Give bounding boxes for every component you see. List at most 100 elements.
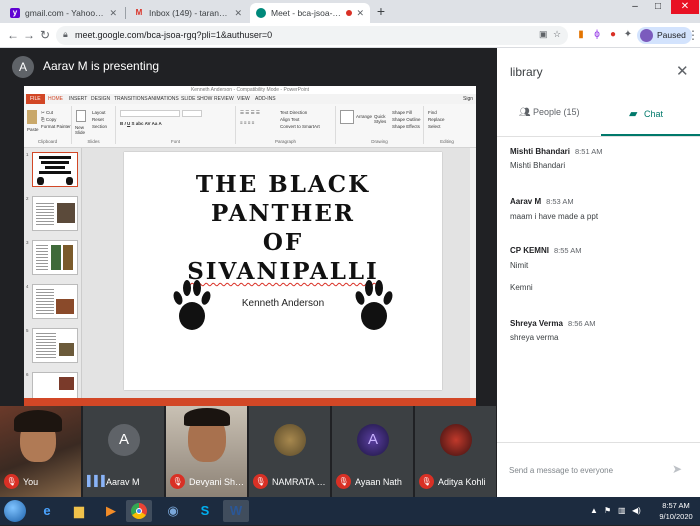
send-icon[interactable]: ➤ bbox=[672, 462, 682, 476]
close-tab-icon[interactable]: ✕ bbox=[356, 8, 364, 19]
reload-icon[interactable]: ↻ bbox=[38, 28, 52, 42]
mic-muted-icon: 🎙︎ bbox=[253, 474, 268, 489]
taskbar-clock[interactable]: 8:57 AM 9/10/2020 bbox=[655, 500, 697, 522]
mic-active-icon: ▌▌▌ bbox=[87, 476, 109, 487]
tab-meet[interactable]: Meet - bca-jsoa-rgq ✕ bbox=[250, 3, 370, 23]
participant-tile-ayaan[interactable]: A 🎙︎ Ayaan Nath bbox=[332, 406, 413, 497]
chat-message-text: Nimit bbox=[510, 261, 529, 270]
close-window-button[interactable]: ✕ bbox=[671, 0, 699, 14]
maximize-window-button[interactable]: □ bbox=[647, 0, 669, 14]
word-icon[interactable]: W bbox=[223, 500, 249, 522]
yahoo-favicon-icon: y bbox=[10, 8, 20, 18]
minimize-window-button[interactable]: – bbox=[624, 0, 646, 14]
message-time: 8:51 AM bbox=[575, 147, 603, 156]
meeting-side-panel: library ✕ 👥︎ People (15) ▰ Chat Mishti B… bbox=[497, 48, 700, 497]
ribbon-clipboard-group: Paste ✂ Cut ⎘ Copy Format Painter Clipbo… bbox=[24, 106, 72, 144]
browser-tab-strip: y gmail.com - Yahoo India Search ✕ M Inb… bbox=[0, 0, 700, 23]
menu-kebab-icon[interactable]: ⋮ bbox=[687, 28, 699, 42]
chat-message-sender: Mishti Bhandari 8:51 AM bbox=[510, 147, 603, 156]
participant-tile-aarav[interactable]: A ▌▌▌ Aarav M bbox=[83, 406, 164, 497]
volume-icon[interactable]: ◀) bbox=[632, 506, 641, 515]
network-tray-icon[interactable]: ▥ bbox=[618, 506, 626, 515]
chat-message-text: maam i have made a ppt bbox=[510, 212, 599, 221]
slide-author: Kenneth Anderson bbox=[241, 298, 325, 309]
avatar bbox=[640, 29, 653, 42]
slide-thumbnail bbox=[32, 196, 78, 231]
tab-chat[interactable]: ▰ Chat bbox=[629, 107, 663, 127]
profile-paused-button[interactable]: Paused bbox=[637, 27, 692, 44]
sender-name: CP KEMNI bbox=[510, 246, 549, 255]
chat-message-text: Kemni bbox=[510, 283, 533, 292]
chat-icon: ▰ bbox=[629, 108, 638, 120]
tray-expand-icon[interactable]: ▲ bbox=[590, 506, 598, 515]
message-time: 8:55 AM bbox=[553, 246, 582, 255]
sender-name: Shreya Verma bbox=[510, 319, 563, 328]
powerpoint-status-bar bbox=[24, 398, 476, 406]
url-text[interactable]: meet.google.com/bca-jsoa-rgq?pli=1&authu… bbox=[75, 30, 272, 40]
close-icon[interactable]: ✕ bbox=[676, 62, 689, 80]
slide-title-line: OF bbox=[262, 229, 304, 256]
ribbon-file-tab: FILE bbox=[26, 94, 45, 104]
slide-title: THE BLACK PANTHER OF SIVANIPALLI bbox=[124, 170, 442, 286]
address-bar[interactable]: 🔒︎ meet.google.com/bca-jsoa-rgq?pli=1&au… bbox=[56, 26, 568, 45]
tab-gmail-inbox[interactable]: M Inbox (149) - tarannum@theindi ✕ bbox=[128, 3, 248, 23]
presentation-stage: A Aarav M is presenting Kenneth Anderson… bbox=[0, 48, 497, 406]
participant-name: Aarav M bbox=[106, 477, 140, 487]
chat-message-sender: Aarav M 8:53 AM bbox=[510, 197, 574, 206]
tab-yahoo-search[interactable]: y gmail.com - Yahoo India Search ✕ bbox=[4, 3, 123, 23]
shared-screen: Kenneth Anderson - Compatibility Mode - … bbox=[24, 86, 476, 406]
ribbon-review-tab: REVIEW bbox=[214, 96, 234, 102]
participant-tile-aditya[interactable]: 🎙︎ Aditya Kohli bbox=[415, 406, 496, 497]
participant-strip: 🎙︎ You A ▌▌▌ Aarav M 🎙︎ Devyani Sharma 🎙… bbox=[0, 406, 497, 497]
chat-message-text: shreya verma bbox=[510, 333, 559, 342]
slide-title-line: PANTHER bbox=[211, 200, 355, 227]
people-icon: 👥︎ bbox=[519, 107, 531, 117]
bookmark-star-icon[interactable]: ☆ bbox=[553, 29, 561, 40]
close-tab-icon[interactable]: ✕ bbox=[109, 8, 117, 19]
participant-tile-namrata[interactable]: 🎙︎ NAMRATA SA... bbox=[249, 406, 330, 497]
chat-message-input[interactable]: Send a message to everyone bbox=[509, 466, 613, 475]
extension-icon[interactable]: ▮ bbox=[575, 29, 587, 41]
ribbon-font-group: B I U S abc AV Aa A Font bbox=[116, 106, 236, 144]
media-player-icon[interactable]: ▶ bbox=[98, 500, 124, 522]
chat-message-sender: CP KEMNI 8:55 AM bbox=[510, 246, 582, 255]
profile-status-label: Paused bbox=[657, 30, 686, 40]
slide-thumbnail bbox=[32, 284, 78, 319]
avatar bbox=[440, 424, 472, 456]
clock-date: 9/10/2020 bbox=[659, 512, 693, 521]
back-arrow-icon[interactable]: ← bbox=[6, 28, 20, 42]
flag-icon[interactable]: ⚑ bbox=[604, 506, 611, 515]
participant-name: Devyani Sharma bbox=[189, 477, 245, 487]
ribbon-home-tab: HOME bbox=[48, 96, 63, 102]
ribbon-insert-tab: INSERT bbox=[69, 96, 88, 102]
tab-label: gmail.com - Yahoo India Search bbox=[25, 8, 105, 18]
participant-tile-devyani[interactable]: 🎙︎ Devyani Sharma bbox=[166, 406, 247, 497]
network-icon[interactable]: ◉ bbox=[160, 500, 186, 522]
participant-tile-you[interactable]: 🎙︎ You bbox=[0, 406, 81, 497]
divider bbox=[497, 442, 700, 443]
file-explorer-icon[interactable]: ▆ bbox=[66, 500, 92, 522]
recording-dot-icon bbox=[346, 10, 353, 16]
extension-icon[interactable]: ϕ bbox=[591, 29, 603, 41]
extensions-puzzle-icon[interactable]: ✦ bbox=[622, 29, 634, 41]
mic-muted-icon: 🎙︎ bbox=[4, 474, 19, 489]
extension-icon[interactable]: ● bbox=[607, 29, 619, 41]
slide-thumbnail-pane: 1 2 3 4 5 6 bbox=[24, 148, 82, 406]
skype-icon[interactable]: S bbox=[192, 500, 218, 522]
new-tab-button[interactable]: + bbox=[373, 4, 389, 20]
chrome-icon[interactable] bbox=[126, 500, 152, 522]
internet-explorer-icon[interactable]: e bbox=[34, 500, 60, 522]
close-tab-icon[interactable]: ✕ bbox=[234, 8, 242, 19]
ribbon-slides-group: New Slide Layout Reset Section Slides bbox=[72, 106, 116, 144]
forward-arrow-icon[interactable]: → bbox=[22, 28, 36, 42]
powerpoint-window-title: Kenneth Anderson - Compatibility Mode - … bbox=[24, 86, 476, 94]
message-time: 8:53 AM bbox=[546, 197, 574, 206]
start-button[interactable] bbox=[4, 500, 26, 522]
gmail-favicon-icon: M bbox=[135, 8, 143, 17]
camera-indicator-icon[interactable]: ▣ bbox=[539, 29, 548, 40]
address-toolbar: ← → ↻ 🔒︎ meet.google.com/bca-jsoa-rgq?pl… bbox=[0, 23, 700, 48]
tab-people[interactable]: 👥︎ People (15) bbox=[519, 107, 579, 127]
slide-thumbnail bbox=[32, 240, 78, 275]
slide-editing-area: THE BLACK PANTHER OF SIVANIPALLI Kenneth… bbox=[82, 148, 476, 398]
tab-label: Chat bbox=[643, 109, 663, 119]
